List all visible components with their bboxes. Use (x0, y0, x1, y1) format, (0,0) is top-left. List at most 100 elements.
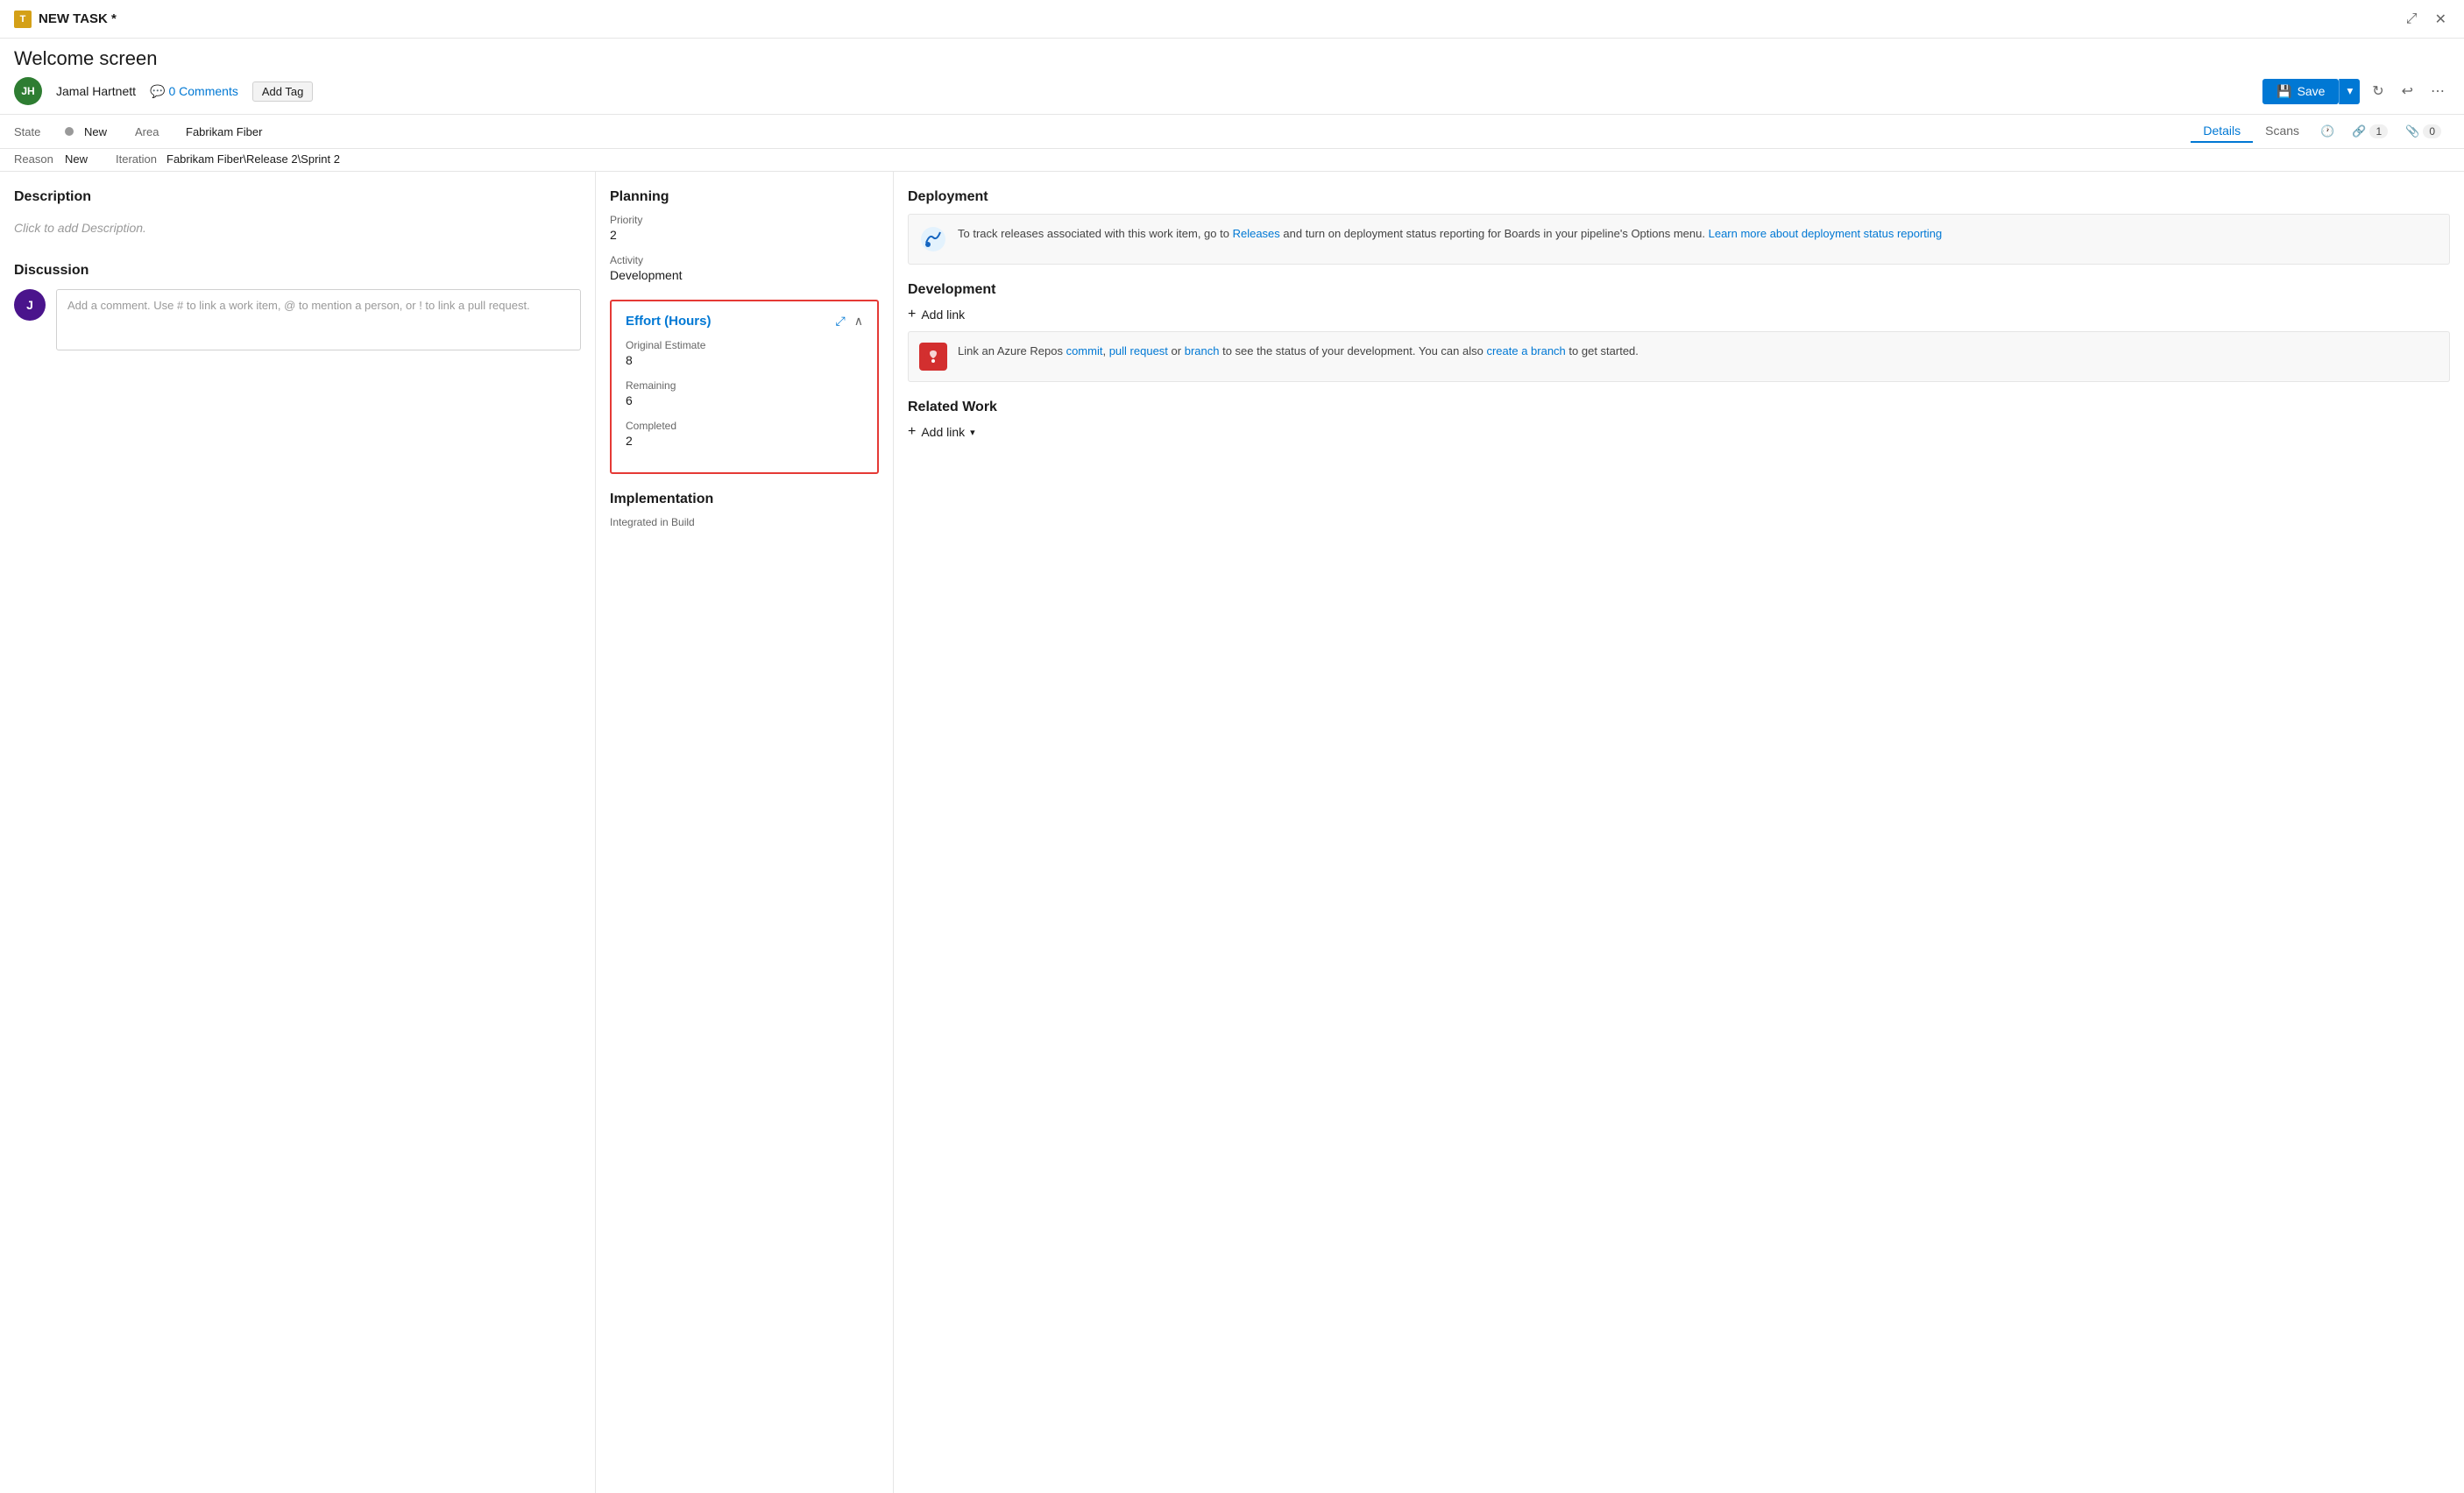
pull-request-link[interactable]: pull request (1109, 344, 1168, 357)
header-meta-right: 💾 Save ▾ ↻ ↩ ⋯ (2262, 79, 2450, 104)
related-work-title: Related Work (908, 400, 2450, 415)
add-icon: + (908, 307, 916, 322)
save-dropdown-button[interactable]: ▾ (2339, 79, 2360, 104)
releases-link[interactable]: Releases (1233, 227, 1280, 240)
links-badge: 1 (2369, 124, 2388, 138)
add-link-icon: + (908, 424, 916, 440)
refresh-button[interactable]: ↻ (2367, 79, 2389, 103)
links-icon: 🔗 (2352, 124, 2366, 138)
history-icon: 🕐 (2320, 124, 2334, 138)
completed-label: Completed (626, 420, 863, 432)
effort-box: Effort (Hours) ⤢ ∧ Original Estimate 8 R… (610, 300, 879, 474)
completed-value[interactable]: 2 (626, 434, 863, 448)
comments-link[interactable]: 💬 0 Comments (150, 84, 238, 99)
discussion-section: Discussion J Add a comment. Use # to lin… (14, 263, 581, 350)
learn-more-link[interactable]: Learn more about deployment status repor… (1709, 227, 1943, 240)
commit-link[interactable]: commit (1066, 344, 1103, 357)
save-button[interactable]: 💾 Save (2262, 79, 2339, 104)
development-box: Link an Azure Repos commit, pull request… (908, 331, 2450, 382)
discussion-avatar: J (14, 289, 46, 321)
discussion-title: Discussion (14, 263, 581, 279)
related-add-link-button[interactable]: + Add link ▾ (908, 424, 2450, 440)
close-button[interactable]: ✕ (2432, 7, 2450, 32)
tab-scans[interactable]: Scans (2253, 120, 2312, 143)
deployment-title: Deployment (908, 189, 2450, 205)
comment-input[interactable]: Add a comment. Use # to link a work item… (56, 289, 581, 350)
deployment-description: To track releases associated with this w… (958, 225, 1942, 253)
effort-expand-button[interactable]: ⤢ (836, 314, 846, 329)
expand-button[interactable]: ⤢ (2403, 8, 2421, 31)
header-meta: JH Jamal Hartnett 💬 0 Comments Add Tag 💾… (14, 77, 2450, 114)
area-value[interactable]: Fabrikam Fiber (186, 125, 262, 138)
remaining-label: Remaining (626, 379, 863, 392)
development-description: Link an Azure Repos commit, pull request… (958, 343, 1639, 371)
planning-section: Planning Priority 2 Activity Development (610, 189, 879, 282)
related-work-section: Related Work + Add link ▾ (908, 400, 2450, 440)
integrated-in-build-label: Integrated in Build (610, 516, 879, 528)
reason-field: Reason New (14, 152, 88, 166)
branch-link[interactable]: branch (1185, 344, 1220, 357)
history-button[interactable]: 🕐 (2312, 121, 2343, 142)
right-panel: Deployment To track releases associated … (894, 172, 2464, 1493)
discussion-row: J Add a comment. Use # to link a work it… (14, 289, 581, 350)
left-panel: Description Click to add Description. Di… (0, 172, 596, 1493)
reason-value[interactable]: New (65, 152, 88, 166)
comment-placeholder: Add a comment. Use # to link a work item… (67, 299, 530, 312)
chevron-down-icon: ▾ (970, 427, 975, 438)
activity-value[interactable]: Development (610, 268, 879, 282)
attachments-icon: 📎 (2405, 124, 2419, 138)
create-branch-link[interactable]: create a branch (1486, 344, 1565, 357)
development-section: Development + Add link Link an Azure Rep… (908, 282, 2450, 382)
original-estimate-value[interactable]: 8 (626, 353, 863, 367)
reason-label: Reason (14, 152, 58, 166)
links-button[interactable]: 🔗 1 (2343, 121, 2397, 142)
description-placeholder[interactable]: Click to add Description. (14, 214, 581, 242)
area-field: Area Fabrikam Fiber (135, 125, 262, 138)
header-meta-left: JH Jamal Hartnett 💬 0 Comments Add Tag (14, 77, 313, 105)
deployment-box: To track releases associated with this w… (908, 214, 2450, 265)
middle-panel: Planning Priority 2 Activity Development… (596, 172, 894, 1493)
title-bar-right: ⤢ ✕ (2403, 7, 2450, 32)
state-value[interactable]: New (84, 125, 107, 138)
page-title: NEW TASK * (39, 11, 117, 26)
welcome-screen-title: Welcome screen (14, 47, 2450, 70)
title-bar-left: T NEW TASK * (14, 11, 117, 28)
undo-button[interactable]: ↩ (2397, 79, 2418, 103)
remaining-value[interactable]: 6 (626, 393, 863, 407)
deployment-icon (919, 225, 947, 253)
title-bar: T NEW TASK * ⤢ ✕ (0, 0, 2464, 39)
iteration-field: Iteration Fabrikam Fiber\Release 2\Sprin… (116, 152, 340, 166)
iteration-label: Iteration (116, 152, 159, 166)
description-title: Description (14, 189, 581, 205)
attachments-badge: 0 (2423, 124, 2441, 138)
original-estimate-field: Original Estimate 8 (626, 339, 863, 367)
header-area: Welcome screen JH Jamal Hartnett 💬 0 Com… (0, 39, 2464, 115)
meta-row: State New Area Fabrikam Fiber Details Sc… (0, 115, 2464, 149)
task-icon: T (14, 11, 32, 28)
iteration-value[interactable]: Fabrikam Fiber\Release 2\Sprint 2 (166, 152, 340, 166)
state-field: State New (14, 125, 107, 138)
meta-row-2: Reason New Iteration Fabrikam Fiber\Rele… (0, 149, 2464, 172)
attachments-button[interactable]: 📎 0 (2397, 121, 2450, 142)
add-tag-button[interactable]: Add Tag (252, 81, 313, 102)
tabs-area: Details Scans 🕐 🔗 1 📎 0 (2191, 120, 2450, 143)
remaining-field: Remaining 6 (626, 379, 863, 407)
original-estimate-label: Original Estimate (626, 339, 863, 351)
area-label: Area (135, 125, 179, 138)
effort-title: Effort (Hours) ⤢ ∧ (626, 314, 863, 329)
effort-collapse-button[interactable]: ∧ (854, 314, 863, 329)
dev-icon (919, 343, 947, 371)
state-label: State (14, 125, 58, 138)
author-name: Jamal Hartnett (56, 84, 136, 98)
save-group: 💾 Save ▾ (2262, 79, 2360, 104)
completed-field: Completed 2 (626, 420, 863, 448)
development-title: Development (908, 282, 2450, 298)
state-dot (65, 127, 74, 136)
add-link-button[interactable]: + Add link (908, 307, 2450, 322)
more-options-button[interactable]: ⋯ (2425, 79, 2450, 103)
tab-details[interactable]: Details (2191, 120, 2253, 143)
save-icon: 💾 (2276, 84, 2291, 99)
priority-value[interactable]: 2 (610, 228, 879, 242)
avatar: JH (14, 77, 42, 105)
deployment-section: Deployment To track releases associated … (908, 189, 2450, 265)
